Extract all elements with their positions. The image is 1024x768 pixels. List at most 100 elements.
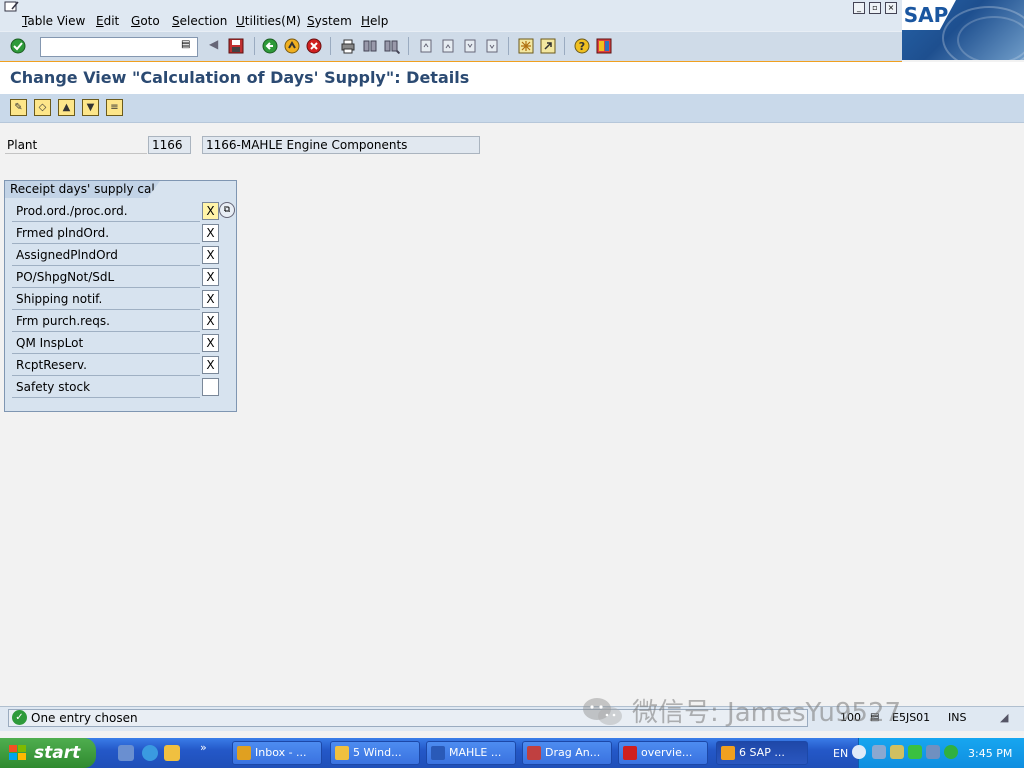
shortcut-icon[interactable] [540, 38, 556, 54]
plant-label: Plant [5, 136, 147, 154]
row-label: QM InspLot [12, 332, 200, 354]
prod-ord-checkbox[interactable]: X [202, 202, 219, 220]
row-shipping-notif: Shipping notif. X [12, 288, 220, 310]
menu-edit[interactable]: Edit [96, 14, 119, 28]
rcpt-reserv-checkbox[interactable]: X [202, 356, 219, 374]
tray-app-icon[interactable] [890, 745, 904, 759]
next-entry-icon[interactable]: ▼ [82, 99, 99, 116]
quicklaunch-folder-icon[interactable] [164, 745, 180, 761]
find-icon[interactable] [362, 38, 378, 54]
row-label: RcptReserv. [12, 354, 200, 376]
row-label: Frmed plndOrd. [12, 222, 200, 244]
prev-page-icon[interactable] [440, 38, 456, 54]
tray-wifi-icon[interactable] [944, 745, 958, 759]
status-mode: INS [948, 711, 967, 724]
safety-stock-checkbox[interactable] [202, 378, 219, 396]
quicklaunch-ie-icon[interactable] [142, 745, 158, 761]
menu-goto[interactable]: Goto [131, 14, 160, 28]
value-help-icon[interactable]: ⧉ [219, 202, 235, 218]
taskbar-drag-and[interactable]: Drag An... [522, 741, 612, 765]
page-title: Change View "Calculation of Days' Supply… [10, 68, 470, 87]
system-menu-icon[interactable] [4, 0, 20, 14]
toolbar-separator [408, 37, 409, 55]
po-shpgnot-sdl-checkbox[interactable]: X [202, 268, 219, 286]
menu-utilities[interactable]: Utilities(M) [236, 14, 301, 28]
menu-system[interactable]: System [307, 14, 352, 28]
row-frm-purch-reqs: Frm purch.reqs. X [12, 310, 220, 332]
folder-icon [335, 746, 349, 760]
display-change-icon[interactable]: ✎ [10, 99, 27, 116]
wechat-logo-icon [583, 698, 622, 725]
shipping-notif-checkbox[interactable]: X [202, 290, 219, 308]
taskbar-inbox[interactable]: Inbox - ... [232, 741, 322, 765]
restore-icon[interactable]: ▫ [869, 2, 881, 14]
back-icon[interactable] [262, 38, 278, 54]
row-prod-ord: Prod.ord./proc.ord. X [12, 200, 220, 222]
success-check-icon: ✓ [12, 710, 27, 725]
print-icon[interactable] [340, 38, 356, 54]
other-entry-icon[interactable]: ◇ [34, 99, 51, 116]
tray-user-icon[interactable] [872, 745, 886, 759]
tray-wechat-icon[interactable] [908, 745, 922, 759]
menu-selection[interactable]: Selection [172, 14, 227, 28]
menu-help[interactable]: Help [361, 14, 388, 28]
row-label: Shipping notif. [12, 288, 200, 310]
svg-text:?: ? [579, 40, 585, 53]
save-icon[interactable] [228, 38, 244, 54]
cancel-icon[interactable] [306, 38, 322, 54]
row-label: AssignedPlndOrd [12, 244, 200, 266]
prev-entry-icon[interactable]: ▲ [58, 99, 75, 116]
help-icon[interactable]: ? [574, 38, 590, 54]
command-field[interactable] [40, 37, 198, 57]
app-icon [527, 746, 541, 760]
word-icon [431, 746, 445, 760]
row-safety-stock: Safety stock [12, 376, 220, 398]
assigned-plndord-checkbox[interactable]: X [202, 246, 219, 264]
tray-network-icon[interactable] [926, 745, 940, 759]
taskbar-sap-sessions[interactable]: 6 SAP ... [716, 741, 808, 765]
close-window-icon[interactable]: × [885, 2, 897, 14]
menu-table-view[interactable]: Table View [22, 14, 85, 28]
application-toolbar [0, 94, 1024, 123]
enter-icon[interactable] [10, 38, 26, 54]
clock[interactable]: 3:45 PM [968, 747, 1012, 760]
status-message: One entry chosen [31, 711, 138, 725]
command-history-icon[interactable]: ▤ [181, 39, 190, 50]
frmed-plndord-checkbox[interactable]: X [202, 224, 219, 242]
plant-description-field: 1166-MAHLE Engine Components [202, 136, 480, 154]
next-page-icon[interactable] [462, 38, 478, 54]
minimize-icon[interactable]: _ [853, 2, 865, 14]
quicklaunch-more-icon[interactable]: » [200, 741, 207, 754]
layout-icon[interactable] [596, 38, 612, 54]
variable-list-icon[interactable]: ≡ [106, 99, 123, 116]
watermark-text: 微信号: JamesYu9527 [632, 698, 902, 728]
qm-insplot-checkbox[interactable]: X [202, 334, 219, 352]
row-label: PO/ShpgNot/SdL [12, 266, 200, 288]
pdf-icon [623, 746, 637, 760]
outlook-icon [237, 746, 251, 760]
last-page-icon[interactable] [484, 38, 500, 54]
taskbar-windows-explorer[interactable]: 5 Wind... [330, 741, 420, 765]
tray-expand-icon[interactable] [852, 745, 866, 759]
row-rcpt-reserv: RcptReserv. X [12, 354, 220, 376]
taskbar-word-mahle[interactable]: MAHLE ... [426, 741, 516, 765]
row-label: Safety stock [12, 376, 200, 398]
row-frmed-plndord: Frmed plndOrd. X [12, 222, 220, 244]
command-collapse-icon[interactable]: ◀ [209, 37, 218, 51]
row-label: Frm purch.reqs. [12, 310, 200, 332]
language-indicator[interactable]: EN [833, 747, 848, 760]
toolbar-separator [254, 37, 255, 55]
create-session-icon[interactable] [518, 38, 534, 54]
resize-grip-icon[interactable]: ◢ [1000, 710, 1008, 726]
taskbar-overview-pdf[interactable]: overvie... [618, 741, 708, 765]
find-next-icon[interactable] [384, 38, 400, 54]
quicklaunch-browser-icon[interactable] [118, 745, 134, 761]
frm-purch-reqs-checkbox[interactable]: X [202, 312, 219, 330]
toolbar-separator [508, 37, 509, 55]
exit-icon[interactable] [284, 38, 300, 54]
toolbar-separator [564, 37, 565, 55]
windows-logo-icon [9, 745, 26, 760]
row-label: Prod.ord./proc.ord. [12, 200, 200, 222]
first-page-icon[interactable] [418, 38, 434, 54]
sap-logo: SAP [902, 0, 1024, 60]
